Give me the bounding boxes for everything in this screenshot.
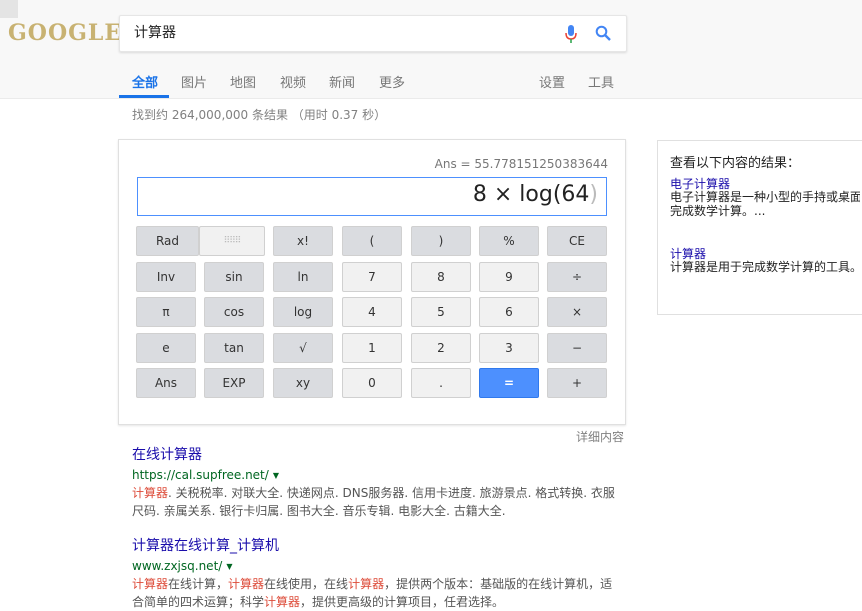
calculator-display[interactable]: 8 × log(64) [137, 177, 607, 216]
calculator-expression: 8 × log(64) [473, 182, 598, 207]
result-snippet: 计算器在线计算，计算器在线使用，在线计算器，提供两个版本：基础版的在线计算机，适… [132, 575, 618, 611]
tab-images[interactable]: 图片 [181, 72, 207, 91]
snippet-text: . 关税税率. 对联大全. 快递网点. DNS服务器. 信用卡进度. 旅游景点.… [132, 486, 615, 518]
dropdown-arrow-icon[interactable]: ▼ [226, 562, 232, 571]
result-url[interactable]: www.zxjsq.net/ ▼ [132, 559, 618, 573]
calculator-ans-readout: Ans = 55.778151250383644 [434, 157, 608, 171]
close-paren-key[interactable]: ) [411, 226, 471, 256]
snippet-text: ，提供更高级的计算项目，任君选择。 [300, 595, 505, 609]
snippet-highlight: 计算器 [348, 577, 385, 591]
snippet-highlight: 计算器 [132, 577, 169, 591]
google-logo[interactable]: GOOGLE [8, 20, 122, 46]
search-box[interactable] [119, 15, 627, 52]
tab-more[interactable]: 更多 [379, 72, 405, 91]
tab-tools[interactable]: 工具 [588, 72, 614, 91]
result-url-text[interactable]: www.zxjsq.net/ [132, 559, 222, 573]
snippet-highlight: 计算器 [132, 486, 169, 500]
result-title[interactable]: 计算器在线计算_计算机 [132, 535, 618, 555]
plus-key[interactable]: + [547, 368, 607, 398]
exp-key[interactable]: EXP [204, 368, 264, 398]
tan-key[interactable]: tan [204, 333, 264, 363]
snippet-highlight: 计算器 [228, 577, 265, 591]
dropdown-arrow-icon[interactable]: ▼ [273, 471, 279, 480]
result-2: 计算器在线计算_计算机 www.zxjsq.net/▼ 计算器在线计算，计算器在… [132, 535, 618, 611]
digit-1-key[interactable]: 1 [342, 333, 402, 363]
minus-key[interactable]: − [547, 333, 607, 363]
digit-0-key[interactable]: 0 [342, 368, 402, 398]
tab-news[interactable]: 新闻 [329, 72, 355, 91]
tab-videos[interactable]: 视频 [280, 72, 306, 91]
calculator-detail-link[interactable]: 详细内容 [576, 428, 624, 445]
digit-9-key[interactable]: 9 [479, 262, 539, 292]
result-1: 在线计算器 https://cal.supfree.net/ ▼ 计算器. 关税税… [132, 444, 618, 520]
decimal-key[interactable]: . [411, 368, 471, 398]
sidebar-item-desc: 计算器是用于完成数学计算的工具。 [670, 260, 860, 274]
power-key[interactable]: xy [273, 368, 333, 398]
equals-key[interactable]: = [479, 368, 539, 398]
result-title[interactable]: 在线计算器 [132, 444, 618, 464]
digit-4-key[interactable]: 4 [342, 297, 402, 327]
digit-2-key[interactable]: 2 [411, 333, 471, 363]
digit-8-key[interactable]: 8 [411, 262, 471, 292]
tab-maps[interactable]: 地图 [230, 72, 256, 91]
tab-settings[interactable]: 设置 [539, 72, 565, 91]
sqrt-key[interactable]: √ [273, 333, 333, 363]
digit-5-key[interactable]: 5 [411, 297, 471, 327]
result-url[interactable]: https://cal.supfree.net/ ▼ [132, 468, 618, 482]
snippet-text: 在线计算， [168, 577, 229, 591]
digit-3-key[interactable]: 3 [479, 333, 539, 363]
pending-paren: ) [589, 182, 598, 207]
search-icon[interactable] [595, 25, 611, 41]
sidebar-item-desc: 完成数学计算。... [670, 204, 766, 218]
active-tab-indicator [119, 95, 169, 98]
sidebar-item-desc: 电子计算器是一种小型的手持或桌面 [670, 190, 860, 204]
ln-key[interactable]: ln [273, 262, 333, 292]
expression-text: 8 × log(64 [472, 182, 590, 207]
microphone-icon[interactable] [564, 24, 578, 44]
e-key[interactable]: e [136, 333, 196, 363]
pi-key[interactable]: π [136, 297, 196, 327]
snippet-highlight: 计算器 [264, 595, 301, 609]
rad-key[interactable]: Rad [136, 226, 199, 256]
sidebar-panel: 查看以下内容的结果： 电子计算器 电子计算器是一种小型的手持或桌面 完成数学计算… [657, 140, 862, 315]
result-stats: 找到约 264,000,000 条结果 （用时 0.37 秒） [132, 108, 387, 122]
percent-key[interactable]: % [479, 226, 539, 256]
snippet-text: 在线使用，在线 [264, 577, 349, 591]
result-url-text[interactable]: https://cal.supfree.net/ [132, 468, 269, 482]
sidebar-heading: 查看以下内容的结果： [670, 156, 801, 171]
cos-key[interactable]: cos [204, 297, 264, 327]
deg-key[interactable]: ⠿⠿⠿ [199, 226, 265, 256]
corner-mark [0, 0, 18, 18]
sin-key[interactable]: sin [204, 262, 264, 292]
result-snippet: 计算器. 关税税率. 对联大全. 快递网点. DNS服务器. 信用卡进度. 旅游… [132, 484, 618, 520]
open-paren-key[interactable]: ( [342, 226, 402, 256]
calculator-widget: Ans = 55.778151250383644 8 × log(64) Rad… [118, 139, 626, 425]
digit-6-key[interactable]: 6 [479, 297, 539, 327]
multiply-key[interactable]: × [547, 297, 607, 327]
log-key[interactable]: log [273, 297, 333, 327]
digit-7-key[interactable]: 7 [342, 262, 402, 292]
inverse-key[interactable]: Inv [136, 262, 196, 292]
header-bar: GOOGLE 全部 图片 地图 视频 新闻 更多 设置 工具 [0, 0, 862, 99]
factorial-key[interactable]: x! [273, 226, 333, 256]
divide-key[interactable]: ÷ [547, 262, 607, 292]
search-input[interactable] [132, 23, 556, 41]
clear-entry-key[interactable]: CE [547, 226, 607, 256]
tab-all[interactable]: 全部 [132, 72, 158, 91]
ans-key[interactable]: Ans [136, 368, 196, 398]
